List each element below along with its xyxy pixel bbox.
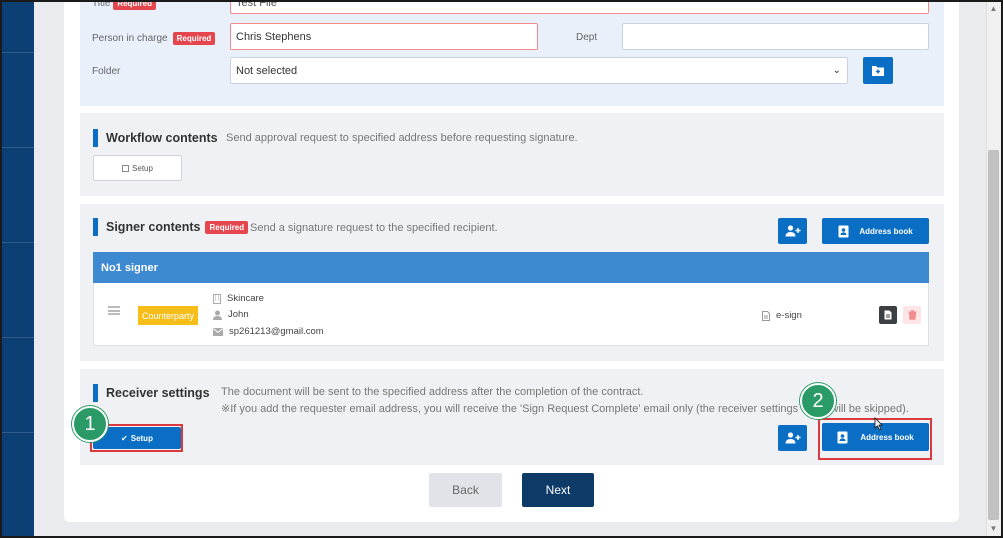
signer-title: Signer contents Required: [106, 220, 249, 234]
mouse-cursor-icon: [874, 417, 884, 431]
step-marker-1: 1: [72, 406, 108, 442]
workflow-description: Send approval request to specified addre…: [226, 132, 578, 144]
add-signer-button[interactable]: [778, 218, 807, 244]
signer-method: e-sign: [762, 310, 802, 321]
signer-header: No1 signer: [93, 252, 929, 283]
sidebar-divider: [2, 52, 34, 53]
dept-label: Dept: [576, 32, 598, 43]
signer-company: Skincare: [213, 293, 264, 304]
next-button[interactable]: Next: [522, 473, 594, 507]
signer-description: Send a signature request to the specifie…: [250, 222, 498, 234]
back-button[interactable]: Back: [429, 473, 502, 507]
receiver-title: Receiver settings: [106, 386, 210, 400]
address-book-icon: [838, 225, 849, 237]
counterparty-badge: Counterparty: [138, 306, 198, 325]
sidebar-divider: [2, 147, 34, 148]
folder-select[interactable]: Not selected ⌄: [230, 57, 848, 84]
person-in-charge-input[interactable]: Chris Stephens: [230, 23, 538, 50]
required-badge: Required: [113, 0, 156, 10]
signer-email: sp261213@gmail.com: [213, 326, 324, 337]
sidebar-divider: [2, 242, 34, 243]
signer-name: John: [213, 309, 249, 320]
title-label: Title Required: [92, 0, 156, 10]
sidebar-divider: [2, 337, 34, 338]
file-icon: [884, 310, 892, 320]
scroll-down-icon[interactable]: ▼: [986, 522, 1001, 536]
section-marker: [93, 218, 98, 236]
section-marker: [93, 384, 98, 402]
user-icon: [213, 310, 222, 320]
workflow-panel: [80, 113, 944, 196]
title-input[interactable]: Test File: [230, 0, 929, 14]
receiver-description: The document will be sent to the specifi…: [221, 386, 644, 398]
sidebar-divider: [2, 432, 34, 433]
step-marker-2: 2: [800, 383, 836, 419]
required-badge: Required: [172, 32, 216, 45]
checkbox-icon: [122, 164, 130, 172]
add-user-icon: [785, 225, 800, 237]
workflow-setup-button[interactable]: Setup: [93, 155, 182, 181]
folder-label: Folder: [92, 66, 121, 77]
add-folder-button[interactable]: [863, 57, 893, 84]
signer-address-book-button[interactable]: Address book: [822, 218, 929, 244]
add-user-icon: [785, 432, 800, 444]
signer-detail-button[interactable]: [879, 306, 897, 324]
trash-icon: [907, 310, 917, 320]
workflow-title: Workflow contents: [106, 131, 218, 145]
envelope-icon: [213, 327, 223, 336]
section-marker: [93, 129, 98, 147]
add-receiver-button[interactable]: [778, 425, 807, 451]
scroll-up-icon[interactable]: ▲: [986, 2, 1001, 16]
folder-plus-icon: [872, 65, 884, 76]
document-icon: [762, 310, 770, 321]
building-icon: [213, 293, 221, 304]
drag-handle-icon[interactable]: [108, 306, 120, 315]
signer-delete-button[interactable]: [903, 306, 921, 324]
left-sidebar: [2, 2, 34, 536]
dept-input[interactable]: [622, 23, 929, 50]
scrollbar-thumb[interactable]: [988, 150, 999, 520]
basic-info-panel: [80, 2, 944, 106]
person-label: Person in charge Required: [92, 32, 216, 45]
chevron-down-icon: ⌄: [832, 65, 841, 76]
required-badge: Required: [205, 220, 249, 234]
